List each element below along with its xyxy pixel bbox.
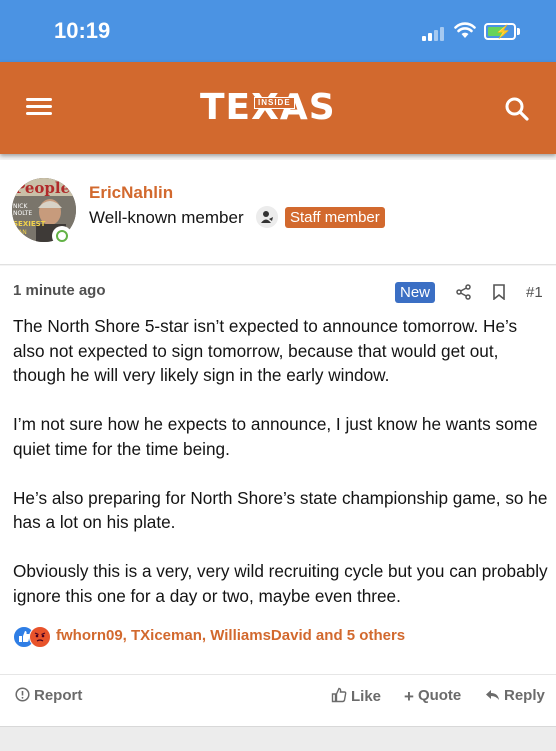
post-body: The North Shore 5-star isn’t expected to… <box>13 314 548 633</box>
site-logo[interactable]: TEXAS INSIDE <box>200 88 364 128</box>
post-paragraph: He’s also preparing for North Shore’s st… <box>13 487 548 533</box>
post-paragraph: Obviously this is a very, very wild recr… <box>13 561 548 606</box>
search-icon[interactable] <box>504 96 530 122</box>
wifi-icon <box>454 22 476 38</box>
status-bar: 10:19 ⚡ <box>0 0 556 62</box>
online-status-icon <box>52 226 72 246</box>
quote-label: Quote <box>417 687 462 704</box>
post-actions: Report Like + Quote Reply <box>0 674 556 721</box>
reply-button[interactable]: Reply <box>485 687 545 704</box>
angry-reaction-icon <box>29 626 51 648</box>
reply-arrow-icon <box>486 690 499 700</box>
quote-button[interactable]: + Quote <box>404 687 461 707</box>
share-icon[interactable] <box>456 284 472 300</box>
next-post-edge <box>0 726 556 751</box>
report-icon <box>15 687 30 702</box>
svg-text:SEXIEST: SEXIEST <box>13 220 46 228</box>
reactions-users[interactable]: fwhorn09, TXiceman, WilliamsDavid and 5 … <box>56 627 405 644</box>
svg-text:People: People <box>14 179 70 197</box>
username-link[interactable]: EricNahlin <box>89 183 173 203</box>
battery-icon: ⚡ <box>484 23 516 40</box>
like-label: Like <box>351 688 382 705</box>
svg-text:NOLTE: NOLTE <box>13 210 32 217</box>
status-time: 10:19 <box>54 18 111 43</box>
reply-label: Reply <box>504 687 545 704</box>
post: 1 minute ago New #1 The North Shore 5-st… <box>0 266 556 726</box>
thumbs-up-icon <box>331 687 347 703</box>
staff-member-badge: Staff member <box>285 207 385 228</box>
post-timestamp[interactable]: 1 minute ago <box>13 282 106 299</box>
svg-text:MAN: MAN <box>13 229 27 236</box>
svg-text:NICK: NICK <box>13 203 28 210</box>
moderator-icon <box>256 206 278 228</box>
battery-tip <box>517 28 520 35</box>
post-number-link[interactable]: #1 <box>526 284 543 301</box>
like-button[interactable]: Like <box>331 687 381 705</box>
user-title: Well-known member <box>89 208 244 227</box>
post-paragraph: I’m not sure how he expects to announce,… <box>13 414 538 459</box>
site-header: TEXAS INSIDE <box>0 62 556 154</box>
new-badge: New <box>395 282 436 303</box>
post-author-card: People NICK NOLTE SEXIEST MAN EricNahlin… <box>0 160 556 265</box>
report-label: Report <box>34 687 83 704</box>
cellular-signal-icon <box>422 25 448 41</box>
bookmark-icon[interactable] <box>492 284 506 300</box>
hamburger-menu-icon[interactable] <box>26 98 52 116</box>
report-button[interactable]: Report <box>15 687 82 704</box>
post-paragraph: The North Shore 5-star isn’t expected to… <box>13 316 518 385</box>
plus-icon: + <box>404 687 414 706</box>
